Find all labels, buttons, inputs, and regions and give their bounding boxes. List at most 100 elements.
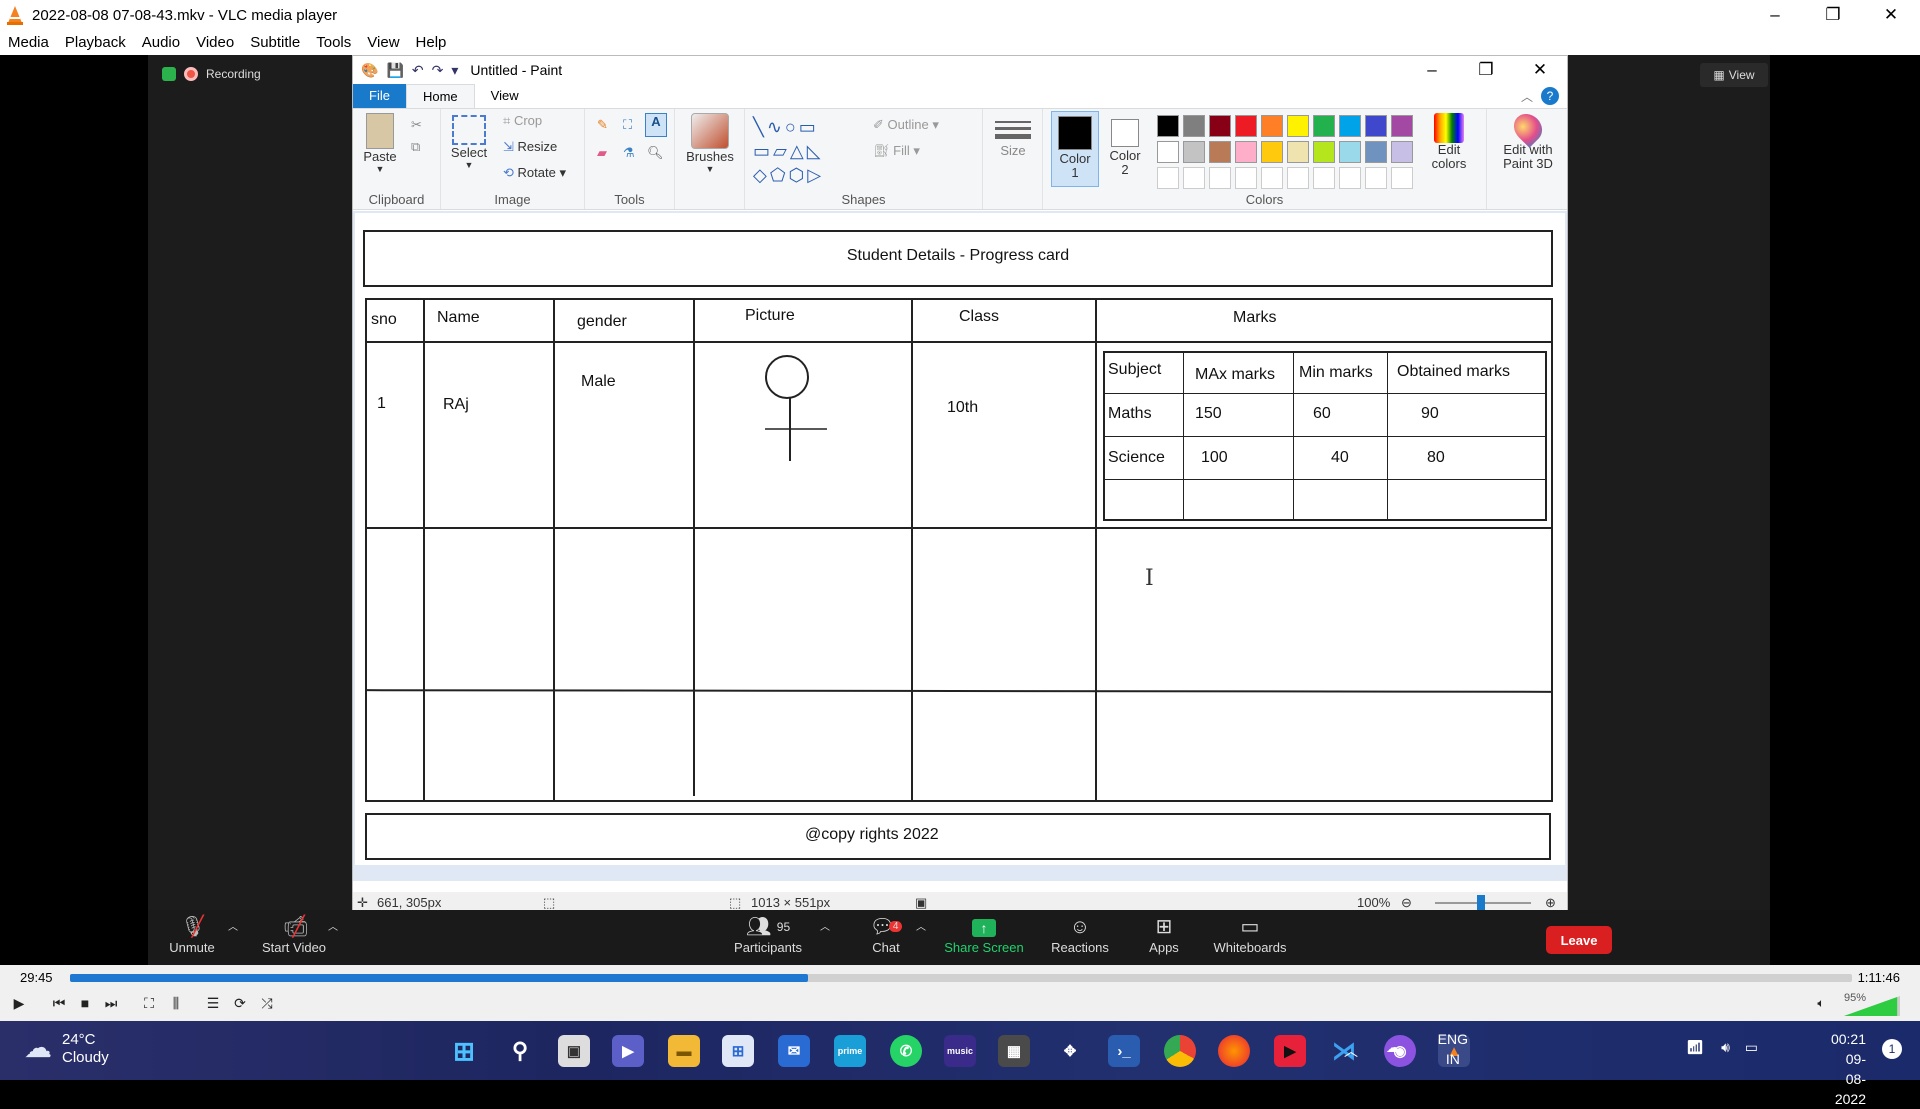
magnifier-icon[interactable]: 🔍︎ — [647, 145, 664, 161]
media-app-icon[interactable]: ▶ — [1274, 1035, 1306, 1067]
rotate-button[interactable]: ⟲ Rotate ▾ — [503, 165, 566, 181]
palette-swatch[interactable] — [1287, 141, 1309, 163]
menu-help[interactable]: Help — [408, 34, 455, 51]
participants-button[interactable]: 👥︎ 95 Participants — [718, 914, 818, 955]
extended-settings-icon[interactable]: ⫼ — [163, 990, 189, 1016]
minimize-icon[interactable]: – — [1746, 0, 1804, 30]
zoom-in-icon[interactable]: ⊕ — [1545, 895, 1556, 911]
palette-swatch[interactable] — [1365, 141, 1387, 163]
palette-swatch[interactable] — [1391, 141, 1413, 163]
palette-swatch[interactable] — [1313, 167, 1335, 189]
text-icon[interactable]: A — [645, 113, 667, 137]
apps-button[interactable]: ⊞ Apps — [1114, 914, 1214, 955]
crop-button[interactable]: ⌗ Crop — [503, 113, 542, 129]
paint-canvas[interactable]: Student Details - Progress card sno Name… — [355, 213, 1565, 865]
whatsapp-icon[interactable]: ✆ — [890, 1035, 922, 1067]
menu-playback[interactable]: Playback — [57, 34, 134, 51]
chevron-up-icon[interactable]: ︿ — [1344, 1041, 1358, 1061]
palette-swatch[interactable] — [1209, 115, 1231, 137]
previous-icon[interactable]: ⏮ — [46, 990, 72, 1016]
volume-icon[interactable]: 🔊︎ — [1721, 1039, 1730, 1056]
resize-button[interactable]: ⇲ Resize — [503, 139, 557, 155]
help-icon[interactable]: ? — [1541, 87, 1559, 105]
color2-button[interactable]: Color 2 — [1103, 111, 1147, 177]
palette-swatch[interactable] — [1157, 115, 1179, 137]
whiteboards-button[interactable]: ▭ Whiteboards — [1200, 914, 1300, 955]
palette-swatch[interactable] — [1313, 115, 1335, 137]
task-view-icon[interactable]: ▣ — [558, 1035, 590, 1067]
menu-view[interactable]: View — [359, 34, 407, 51]
palette-swatch[interactable] — [1183, 115, 1205, 137]
palette-swatch[interactable] — [1235, 115, 1257, 137]
search-icon[interactable]: ⚲ — [504, 1035, 536, 1067]
fullscreen-icon[interactable]: ⛶ — [136, 990, 162, 1016]
pencil-icon[interactable]: ✎ — [597, 117, 608, 133]
eraser-icon[interactable]: ▰ — [597, 145, 607, 161]
weather-widget[interactable]: ☁ 24°C Cloudy — [24, 1031, 109, 1067]
collapse-ribbon-icon[interactable]: ︿ — [1521, 88, 1533, 105]
select-button[interactable]: Select ▼ — [449, 115, 489, 170]
menu-subtitle[interactable]: Subtitle — [242, 34, 308, 51]
outline-button[interactable]: ✐ Outline ▾ — [873, 117, 939, 133]
color1-button[interactable]: Color 1 — [1051, 111, 1099, 187]
menu-tools[interactable]: Tools — [308, 34, 359, 51]
menu-media[interactable]: Media — [0, 34, 57, 51]
clock[interactable]: 00:21 09-08-2022 — [1831, 1029, 1866, 1109]
zoom-out-icon[interactable]: ⊖ — [1401, 895, 1412, 911]
notification-badge[interactable]: 1 — [1882, 1039, 1902, 1059]
chevron-up-icon[interactable]: ︿ — [820, 918, 830, 933]
mail-icon[interactable]: ✉ — [778, 1035, 810, 1067]
firefox-icon[interactable] — [1218, 1035, 1250, 1067]
fill-bucket-icon[interactable]: ⛶ — [623, 117, 632, 133]
palette-swatch[interactable] — [1339, 141, 1361, 163]
tab-file[interactable]: File — [353, 84, 406, 108]
undo-icon[interactable]: ↶ — [412, 62, 424, 79]
video-area[interactable]: Recording ▦ View 🎨 💾 ↶ ↷ ▾ Untitled - Pa… — [0, 55, 1920, 965]
tab-home[interactable]: Home — [405, 84, 475, 108]
file-explorer-icon[interactable]: ▬ — [668, 1035, 700, 1067]
palette-swatch[interactable] — [1365, 167, 1387, 189]
teams-chat-icon[interactable]: ▶ — [612, 1035, 644, 1067]
palette-swatch[interactable] — [1339, 115, 1361, 137]
amazon-music-icon[interactable]: music — [944, 1035, 976, 1067]
palette-swatch[interactable] — [1365, 115, 1387, 137]
stop-icon[interactable]: ■ — [72, 990, 98, 1016]
size-button[interactable]: Size — [993, 117, 1033, 158]
share-screen-button[interactable]: ↑ Share Screen — [934, 914, 1034, 955]
shuffle-icon[interactable]: ⤮ — [254, 990, 280, 1016]
view-button[interactable]: ▦ View — [1700, 63, 1768, 87]
menu-audio[interactable]: Audio — [134, 34, 188, 51]
palette-swatch[interactable] — [1183, 167, 1205, 189]
tab-view[interactable]: View — [475, 84, 535, 108]
play-icon[interactable]: ▶ — [6, 990, 32, 1016]
palette-swatch[interactable] — [1235, 141, 1257, 163]
prime-video-icon[interactable]: prime — [834, 1035, 866, 1067]
palette-swatch[interactable] — [1287, 167, 1309, 189]
shapes-gallery[interactable]: ╲∿○▭ ▭▱△◺ ◇⬠⬡▷ — [753, 115, 871, 187]
palette-swatch[interactable] — [1235, 167, 1257, 189]
palette-swatch[interactable] — [1209, 141, 1231, 163]
palette-swatch[interactable] — [1157, 167, 1179, 189]
speaker-icon[interactable]: 🔈︎ — [1808, 990, 1834, 1016]
palette-swatch[interactable] — [1339, 167, 1361, 189]
wifi-icon[interactable]: 📶︎ — [1686, 1039, 1704, 1056]
palette-swatch[interactable] — [1157, 141, 1179, 163]
close-icon[interactable]: ✕ — [1862, 0, 1920, 30]
restore-icon[interactable]: ❐ — [1804, 0, 1862, 30]
edit-colors-button[interactable]: Edit colors — [1425, 113, 1473, 171]
redo-icon[interactable]: ↷ — [432, 62, 444, 79]
paste-button[interactable]: Paste ▼ — [363, 113, 397, 174]
palette-swatch[interactable] — [1261, 167, 1283, 189]
brushes-button[interactable]: Brushes ▼ — [685, 113, 735, 174]
seek-bar[interactable] — [70, 974, 1852, 982]
fill-button[interactable]: ⛽︎ Fill ▾ — [873, 143, 920, 159]
calculator-icon[interactable]: ▦ — [998, 1035, 1030, 1067]
chevron-up-icon[interactable]: ︿ — [916, 918, 926, 933]
edit-paint3d-button[interactable]: Edit with Paint 3D — [1493, 108, 1563, 171]
menu-video[interactable]: Video — [188, 34, 242, 51]
volume-slider[interactable] — [1844, 996, 1900, 1016]
battery-icon[interactable]: ▭ — [1745, 1039, 1758, 1056]
save-icon[interactable]: 💾 — [386, 62, 403, 79]
palette-swatch[interactable] — [1391, 167, 1413, 189]
cut-icon[interactable]: ✂ — [411, 117, 422, 133]
